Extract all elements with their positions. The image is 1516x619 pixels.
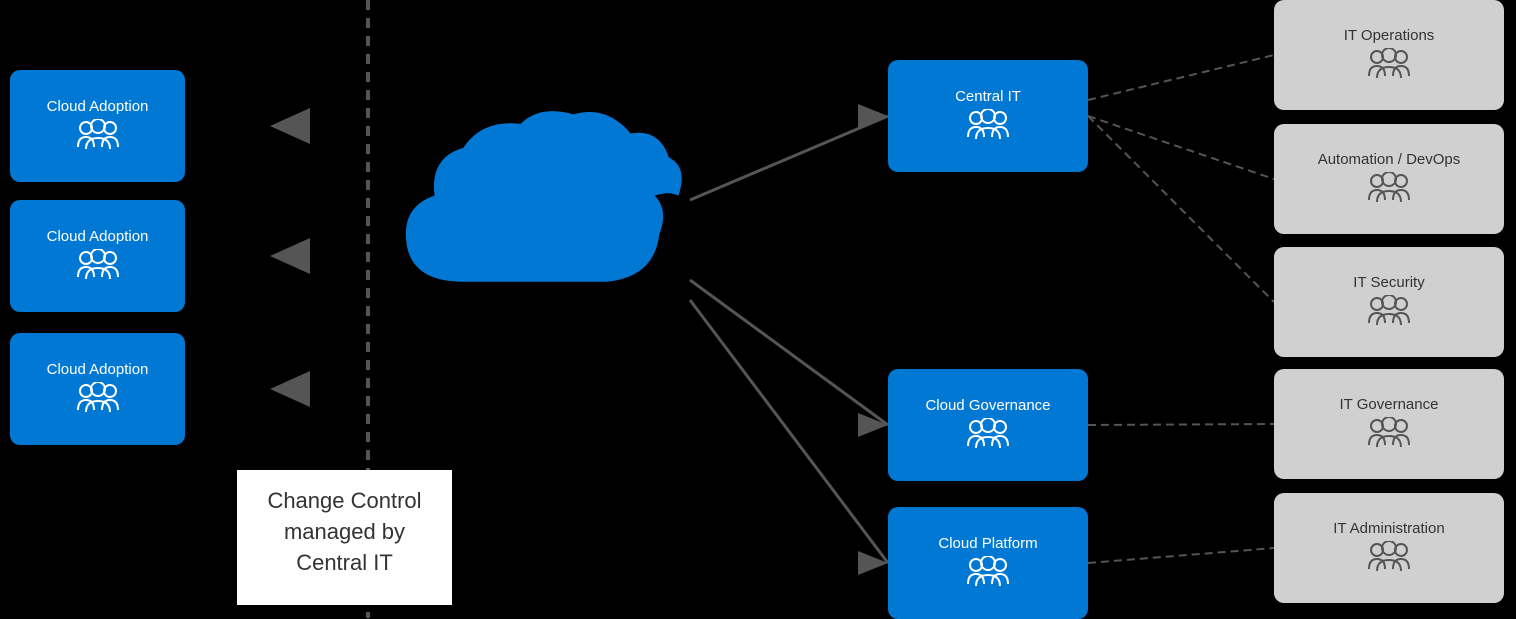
people-icon-it-ops: [1367, 48, 1411, 84]
arrow-adoption-3: [270, 371, 310, 407]
arrow-adoption-2: [270, 238, 310, 274]
change-control-text: Change Control managed by Central IT: [237, 470, 452, 605]
it-governance-box: IT Governance: [1274, 369, 1504, 479]
central-it-box: Central IT: [888, 60, 1088, 172]
it-security-box: IT Security: [1274, 247, 1504, 357]
it-operations-box: IT Operations: [1274, 0, 1504, 110]
cloud-shape: [380, 100, 690, 325]
people-icon-it-gov: [1367, 417, 1411, 453]
people-icon-auto-devops: [1367, 172, 1411, 208]
adoption-box-1: Cloud Adoption: [10, 70, 185, 182]
people-icon-cloud-gov: [966, 418, 1010, 454]
arrow-adoption-1: [270, 108, 310, 144]
people-icon-1: [76, 119, 120, 155]
it-administration-box: IT Administration: [1274, 493, 1504, 603]
arrow-cloud-to-governance: [858, 413, 888, 437]
cloud-governance-box: Cloud Governance: [888, 369, 1088, 481]
cloud-platform-box: Cloud Platform: [888, 507, 1088, 619]
arrow-cloud-to-platform: [858, 551, 888, 575]
people-icon-it-admin: [1367, 541, 1411, 577]
diagram: Cloud Adoption Cloud Adoption: [0, 0, 1516, 618]
people-icon-3: [76, 382, 120, 418]
adoption-box-3: Cloud Adoption: [10, 333, 185, 445]
people-icon-2: [76, 249, 120, 285]
people-icon-cloud-platform: [966, 556, 1010, 592]
automation-devops-box: Automation / DevOps: [1274, 124, 1504, 234]
arrow-cloud-to-central: [858, 104, 888, 128]
people-icon-it-sec: [1367, 295, 1411, 331]
adoption-box-2: Cloud Adoption: [10, 200, 185, 312]
people-icon-central-it: [966, 109, 1010, 145]
